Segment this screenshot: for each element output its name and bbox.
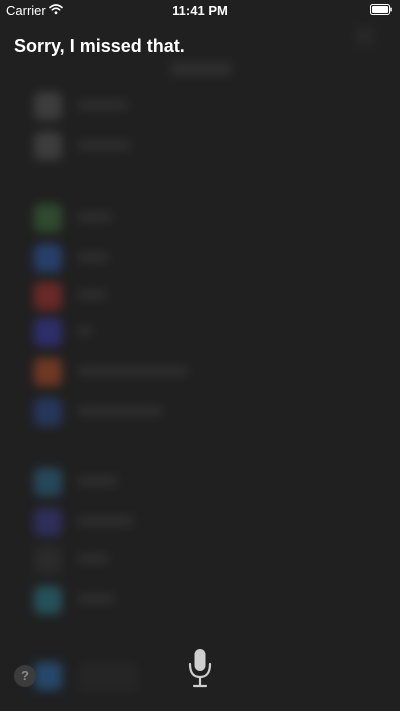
blurred-row — [0, 86, 400, 126]
blurred-row-icon — [34, 398, 62, 426]
blurred-row-icon — [34, 662, 62, 690]
blurred-row-text — [78, 662, 138, 692]
microphone-icon[interactable] — [186, 648, 214, 690]
blurred-row — [0, 580, 400, 620]
blurred-row-text — [78, 594, 114, 604]
blurred-row-icon — [34, 132, 62, 160]
blurred-row — [0, 462, 400, 502]
blurred-row-text — [78, 140, 130, 150]
blurred-corner-element — [356, 26, 374, 46]
blurred-row-text — [78, 406, 162, 416]
blurred-row-text — [78, 366, 188, 376]
siri-screen: Carrier 11:41 PM Sorry, I missed that. ? — [0, 0, 400, 711]
blurred-row — [0, 392, 400, 432]
blurred-row-text — [78, 326, 92, 336]
blurred-nav-title — [170, 62, 232, 76]
blurred-row — [0, 126, 400, 166]
blurred-row-icon — [34, 282, 62, 310]
blurred-row-icon — [34, 204, 62, 232]
blurred-row-text — [78, 516, 134, 526]
blurred-row-text — [78, 252, 108, 262]
blurred-row — [0, 238, 400, 278]
battery-full-icon — [370, 4, 392, 15]
blurred-row-icon — [34, 358, 62, 386]
blurred-row — [0, 198, 400, 238]
blurred-row-text — [78, 554, 108, 564]
blurred-row-text — [78, 290, 106, 300]
blurred-row-icon — [34, 468, 62, 496]
blurred-row-text — [78, 212, 112, 222]
blurred-row-icon — [34, 546, 62, 574]
blurred-row-icon — [34, 92, 62, 120]
blurred-row-icon — [34, 508, 62, 536]
blurred-row-icon — [34, 586, 62, 614]
blurred-row — [0, 276, 400, 316]
blurred-row — [0, 502, 400, 542]
help-button[interactable]: ? — [14, 665, 36, 687]
blurred-row-text — [78, 100, 128, 110]
status-time: 11:41 PM — [172, 3, 228, 18]
blurred-row-icon — [34, 318, 62, 346]
blurred-row-text — [78, 476, 118, 486]
status-bar: Carrier 11:41 PM — [0, 0, 400, 20]
siri-response-text: Sorry, I missed that. — [14, 36, 185, 56]
blurred-row-icon — [34, 244, 62, 272]
blurred-background — [0, 0, 400, 711]
blurred-row — [0, 352, 400, 392]
blurred-row — [0, 540, 400, 580]
blurred-row — [0, 312, 400, 352]
